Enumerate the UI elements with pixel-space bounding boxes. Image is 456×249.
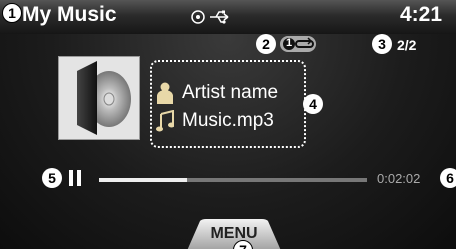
music-player-screen: 1 My Music 4:21 2 1 3 2/2 Artist name Mu… [0, 0, 456, 249]
music-note-icon [156, 109, 175, 132]
page-title: My Music [22, 3, 117, 26]
file-name: Music.mp3 [182, 110, 274, 131]
callout-3: 3 [372, 34, 392, 54]
disc-case-icon [59, 57, 139, 139]
callout-4: 4 [303, 94, 323, 114]
callout-2: 2 [256, 34, 276, 54]
clock: 4:21 [399, 3, 442, 26]
progress-bar[interactable] [99, 178, 367, 182]
disc-icon [191, 10, 205, 24]
track-counter: 2/2 [397, 37, 417, 53]
progress-fill [99, 178, 188, 182]
usb-icon [209, 9, 231, 25]
repeat-one-label: 1 [285, 37, 293, 49]
callout-5: 5 [42, 168, 62, 188]
menu-label: MENU [210, 225, 258, 242]
pause-button[interactable] [69, 170, 83, 186]
callout-1: 1 [2, 3, 22, 23]
album-art [58, 56, 140, 140]
artist-name: Artist name [182, 82, 279, 103]
artist-icon [156, 82, 174, 104]
callout-6: 6 [440, 168, 456, 188]
elapsed-time: 0:02:02 [377, 171, 421, 186]
